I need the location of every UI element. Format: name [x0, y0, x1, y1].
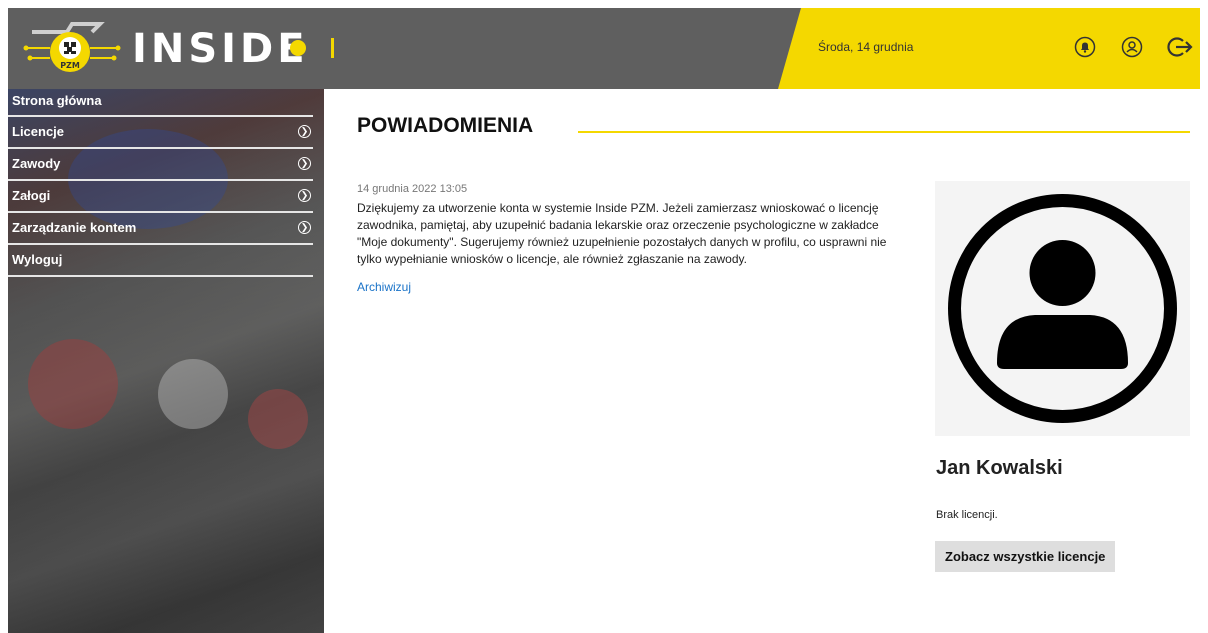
sidebar: Strona główna Licencje ❯ Zawody ❯ Załogi… — [8, 89, 324, 633]
sidebar-item-crews[interactable]: Załogi ❯ — [8, 183, 313, 213]
avatar — [935, 181, 1190, 436]
current-date: Środa, 14 grudnia — [818, 40, 914, 54]
pzm-emblem-icon: PZM — [23, 22, 121, 72]
user-avatar-icon — [948, 194, 1177, 423]
sidebar-item-label: Wyloguj — [12, 252, 63, 267]
sidebar-item-label: Licencje — [12, 124, 65, 139]
bell-icon[interactable] — [1074, 36, 1096, 58]
user-icon[interactable] — [1121, 36, 1143, 58]
sidebar-item-label: Załogi — [12, 188, 51, 203]
sidebar-item-competitions[interactable]: Zawody ❯ — [8, 151, 313, 181]
chevron-right-icon: ❯ — [298, 189, 311, 202]
notification-text: Dziękujemy za utworzenie konta w systemi… — [357, 201, 887, 266]
chevron-right-icon: ❯ — [298, 125, 311, 138]
top-header: PZM INSIDE Środa, 14 grudnia — [8, 8, 1200, 89]
logout-icon[interactable] — [1166, 36, 1194, 58]
view-all-licenses-button[interactable]: Zobacz wszystkie licencje — [935, 541, 1116, 572]
archive-link[interactable]: Archiwizuj — [357, 280, 411, 294]
sidebar-item-account[interactable]: Zarządzanie kontem ❯ — [8, 215, 313, 245]
background-photo-detail — [248, 389, 308, 449]
sidebar-item-label: Zawody — [12, 156, 61, 171]
notification-date: 14 grudnia 2022 13:05 — [357, 183, 468, 195]
background-photo-detail — [158, 359, 228, 429]
page-title: POWIADOMIENIA — [357, 114, 534, 137]
sidebar-item-label: Strona główna — [12, 93, 102, 108]
logo-divider — [331, 38, 334, 58]
sidebar-nav: Strona główna Licencje ❯ Zawody ❯ Załogi… — [8, 89, 313, 279]
sidebar-item-label: Zarządzanie kontem — [12, 220, 137, 235]
logo-text: INSIDE — [132, 26, 309, 72]
inside-logo[interactable]: PZM INSIDE — [22, 18, 332, 78]
license-status: Brak licencji. — [936, 509, 998, 521]
logo-emblem-text: PZM — [60, 61, 80, 70]
background-photo-detail — [28, 339, 118, 429]
user-name: Jan Kowalski — [936, 457, 1063, 479]
sidebar-item-logout[interactable]: Wyloguj — [8, 247, 313, 277]
sidebar-item-licenses[interactable]: Licencje ❯ — [8, 119, 313, 149]
title-underline — [578, 131, 1190, 133]
sidebar-item-home[interactable]: Strona główna — [8, 89, 313, 117]
chevron-right-icon: ❯ — [298, 157, 311, 170]
logo-dot — [290, 40, 306, 56]
chevron-right-icon: ❯ — [298, 221, 311, 234]
